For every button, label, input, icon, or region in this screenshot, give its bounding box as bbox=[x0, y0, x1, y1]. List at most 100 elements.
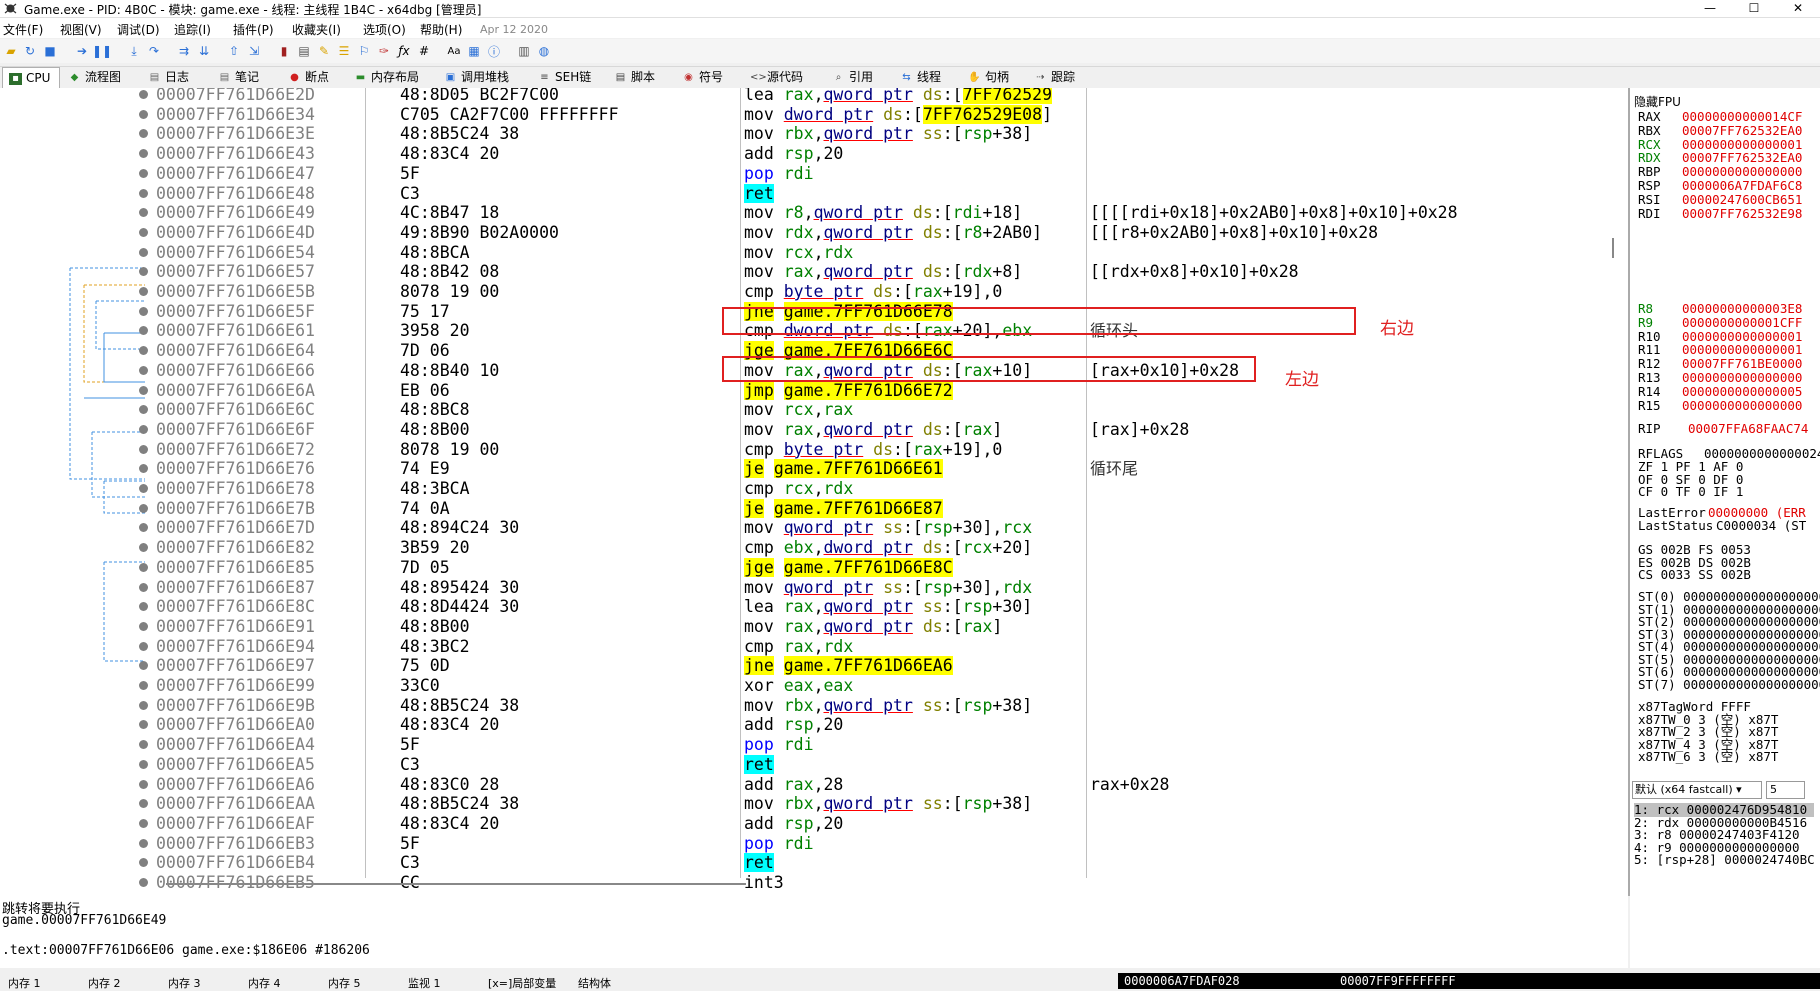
disasm-row[interactable]: 00007FF761D66E47 5F pop rdi bbox=[0, 164, 1628, 183]
close-button[interactable]: ✕ bbox=[1776, 0, 1820, 17]
breakpoint-bullet[interactable] bbox=[139, 188, 148, 198]
disasm-row[interactable]: 00007FF761D66E3E 48:8B5C24 38 mov rbx,qwor… bbox=[0, 124, 1628, 143]
breakpoint-bullet[interactable] bbox=[139, 681, 148, 690]
label-icon[interactable]: ☰ bbox=[336, 43, 352, 59]
disasm-row[interactable]: 00007FF761D66EA4 5F pop rdi bbox=[0, 735, 1628, 754]
breakpoint-bullet[interactable] bbox=[139, 858, 148, 868]
step-over-icon[interactable]: ↷ bbox=[146, 43, 162, 59]
minimize-button[interactable]: — bbox=[1688, 0, 1732, 17]
web-icon[interactable]: ◍ bbox=[536, 43, 552, 59]
breakpoint-bullet[interactable] bbox=[139, 621, 148, 631]
disasm-row[interactable]: 00007FF761D66E6A EB 06 jmp game.7FF761D66E… bbox=[0, 380, 1628, 400]
breakpoint-bullet[interactable] bbox=[139, 484, 148, 493]
tab-graph[interactable]: ◆ 流程图 bbox=[68, 67, 121, 88]
disasm-row[interactable]: 00007FF761D66E54 48:8BCA mov rcx,rdx bbox=[0, 243, 1628, 262]
breakpoint-bullet[interactable] bbox=[139, 818, 148, 828]
disasm-row[interactable]: 00007FF761D66E6F 48:8B00 mov rax,qword ptr… bbox=[0, 420, 1628, 439]
register-line[interactable]: ST(7) 0000000000000000000 bbox=[1638, 677, 1820, 692]
disasm-row[interactable]: 00007FF761D66E43 48:83C4 20 add rsp,20 bbox=[0, 144, 1628, 163]
breakpoint-bullet[interactable] bbox=[139, 503, 148, 513]
disasm-row[interactable]: 00007FF761D66E94 48:3BC2 cmp rax,rdx bbox=[0, 637, 1628, 656]
disasm-row[interactable]: 00007FF761D66EAA 48:8B5C24 38 mov rbx,qwor… bbox=[0, 794, 1628, 813]
tab-cpu[interactable]: ▪ CPU bbox=[2, 67, 60, 89]
tab-threads[interactable]: ⇆ 线程 bbox=[900, 67, 941, 88]
patch-icon[interactable]: ▮ bbox=[276, 43, 292, 59]
breakpoint-bullet[interactable] bbox=[139, 523, 148, 533]
disasm-row[interactable]: 00007FF761D66EB3 5F pop rdi bbox=[0, 834, 1628, 853]
maximize-button[interactable]: ☐ bbox=[1732, 0, 1776, 17]
breakpoint-bullet[interactable] bbox=[139, 267, 148, 277]
function-icon[interactable]: ✑ bbox=[376, 43, 392, 59]
breakpoint-bullet[interactable] bbox=[139, 759, 148, 769]
tab-references[interactable]: ⌕ 引用 bbox=[832, 67, 873, 88]
disasm-row[interactable]: 00007FF761D66E5B 8078 19 00 cmp byte ptr d… bbox=[0, 282, 1628, 301]
menu-trace[interactable]: 追踪(I) bbox=[174, 21, 211, 38]
trace-over-icon[interactable]: ⇊ bbox=[196, 43, 212, 59]
breakpoint-bullet[interactable] bbox=[139, 838, 148, 848]
breakpoint-bullet[interactable] bbox=[139, 385, 148, 395]
fx-icon[interactable]: ƒx bbox=[396, 43, 412, 59]
disasm-row[interactable]: 00007FF761D66E49 4C:8B47 18 mov r8,qword p… bbox=[0, 203, 1628, 222]
breakpoint-bullet[interactable] bbox=[139, 661, 148, 671]
help-icon[interactable]: ⓘ bbox=[486, 43, 502, 59]
disasm-row[interactable]: 00007FF761D66EA0 48:83C4 20 add rsp,20 bbox=[0, 715, 1628, 734]
tab-log[interactable]: ▤ 日志 bbox=[148, 67, 189, 88]
breakpoint-bullet[interactable] bbox=[139, 582, 148, 592]
disasm-row[interactable]: 00007FF761D66E87 48:895424 30 mov qword pt… bbox=[0, 578, 1628, 597]
step-into-icon[interactable]: ⤓ bbox=[126, 43, 142, 59]
calculator-icon[interactable]: ▦ bbox=[466, 43, 482, 59]
restart-icon[interactable]: ↻ bbox=[22, 43, 38, 59]
disasm-row[interactable]: 00007FF761D66E9B 48:8B5C24 38 mov rbx,qwor… bbox=[0, 696, 1628, 715]
breakpoint-bullet[interactable] bbox=[139, 287, 148, 296]
breakpoint-bullet[interactable] bbox=[139, 602, 148, 612]
breakpoint-bullet[interactable] bbox=[139, 306, 148, 316]
menu-plugins[interactable]: 插件(P) bbox=[233, 21, 274, 38]
tab-handles[interactable]: ✋ 句柄 bbox=[968, 67, 1009, 88]
breakpoint-bullet[interactable] bbox=[139, 90, 148, 99]
arg-count-spinner[interactable]: 5 bbox=[1766, 781, 1805, 799]
disasm-row[interactable]: 00007FF761D66E2D 48:8D05 BC2F7C00 lea rax,… bbox=[0, 88, 1628, 104]
register-r15[interactable]: R15 0000000000000000 bbox=[1638, 398, 1802, 413]
font-icon[interactable]: Aa bbox=[446, 43, 462, 59]
disasm-row[interactable]: 00007FF761D66E57 48:8B42 08 mov rax,qword … bbox=[0, 262, 1628, 281]
tab-memory-map[interactable]: ▬ 内存布局 bbox=[354, 67, 419, 88]
menu-favorites[interactable]: 收藏夹(I) bbox=[292, 21, 341, 38]
breakpoint-bullet[interactable] bbox=[139, 149, 148, 159]
disasm-row[interactable]: 00007FF761D66EA6 48:83C0 28 add rax,28 rax+… bbox=[0, 775, 1628, 794]
open-icon[interactable]: ▰ bbox=[3, 43, 19, 59]
menu-options[interactable]: 选项(O) bbox=[363, 21, 406, 38]
breakpoint-bullet[interactable] bbox=[139, 444, 148, 454]
menu-file[interactable]: 文件(F) bbox=[3, 21, 43, 38]
disasm-row[interactable]: 00007FF761D66E82 3B59 20 cmp ebx,dword ptr… bbox=[0, 538, 1628, 557]
disasm-row[interactable]: 00007FF761D66EB4 C3 ret bbox=[0, 853, 1628, 873]
tab-notes[interactable]: ▤ 笔记 bbox=[218, 67, 259, 88]
tab-script[interactable]: ▤ 脚本 bbox=[614, 67, 655, 88]
pause-icon[interactable]: ❚❚ bbox=[92, 43, 112, 59]
call-argument[interactable]: 5: [rsp+28] 0000024740BC bbox=[1634, 853, 1815, 867]
register-line[interactable]: CS 0033 SS 002B bbox=[1638, 568, 1751, 582]
trace-into-icon[interactable]: ⇉ bbox=[176, 43, 192, 59]
disasm-row[interactable]: 00007FF761D66E91 48:8B00 mov rax,qword ptr… bbox=[0, 617, 1628, 636]
disasm-row[interactable]: 00007FF761D66E78 48:3BCA cmp rcx,rdx bbox=[0, 479, 1628, 498]
breakpoint-bullet[interactable] bbox=[139, 365, 148, 375]
stop-icon[interactable]: ■ bbox=[42, 43, 58, 59]
breakpoint-bullet[interactable] bbox=[139, 464, 148, 474]
disassembly-view[interactable]: 00007FF761D66E2D 48:8D05 BC2F7C00 lea rax,… bbox=[0, 88, 1630, 896]
tab-call-stack[interactable]: ▣ 调用堆栈 bbox=[444, 67, 509, 88]
breakpoint-bullet[interactable] bbox=[139, 208, 148, 218]
breakpoint-bullet[interactable] bbox=[139, 740, 148, 750]
breakpoint-bullet[interactable] bbox=[139, 700, 148, 710]
disasm-row[interactable]: 00007FF761D66E7B 74 0A je game.7FF761D66E8… bbox=[0, 498, 1628, 518]
settings-icon[interactable]: ▥ bbox=[516, 43, 532, 59]
breakpoint-bullet[interactable] bbox=[139, 878, 148, 887]
register-line[interactable]: x87TW_6 3 (空) x87T bbox=[1638, 750, 1778, 764]
disasm-row[interactable]: 00007FF761D66E4D 49:8B90 B02A0000 mov rdx,… bbox=[0, 223, 1628, 242]
disasm-row[interactable]: 00007FF761D66E7D 48:894C24 30 mov qword pt… bbox=[0, 518, 1628, 537]
breakpoint-bullet[interactable] bbox=[139, 405, 148, 415]
tab-source[interactable]: <> 源代码 bbox=[750, 67, 803, 88]
disasm-row[interactable]: 00007FF761D66E85 7D 05 jge game.7FF761D66E… bbox=[0, 557, 1628, 577]
breakpoint-bullet[interactable] bbox=[139, 326, 148, 336]
breakpoint-bullet[interactable] bbox=[139, 779, 148, 789]
comment-icon[interactable]: ✎ bbox=[316, 43, 332, 59]
menu-help[interactable]: 帮助(H) bbox=[420, 21, 462, 38]
